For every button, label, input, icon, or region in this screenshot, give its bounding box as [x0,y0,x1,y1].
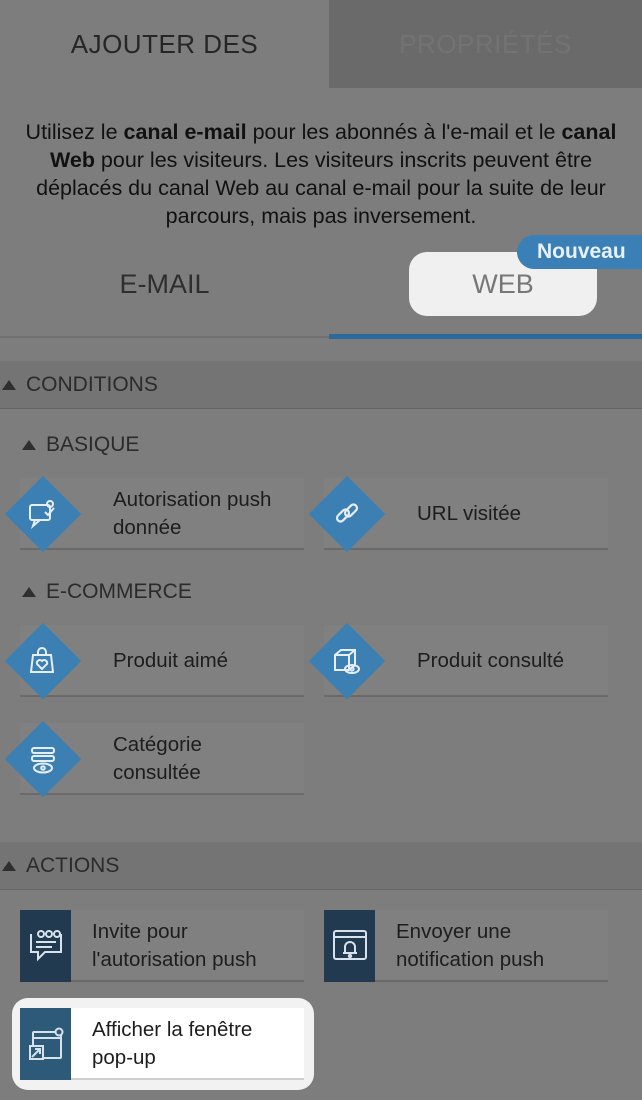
list-eye-icon [4,720,82,798]
channel-intro-text: Utilisez le canal e-mail pour les abonné… [25,120,617,228]
collapse-triangle-icon [2,379,16,390]
ecommerce-title: E-COMMERCE [46,580,192,603]
conditions-section-header[interactable]: CONDITIONS [0,361,642,409]
condition-push-permission-card[interactable]: Autorisation push donnée [4,475,304,553]
collapse-triangle-icon [22,587,36,597]
condition-product-viewed-card[interactable]: Produit consulté [308,622,608,700]
ecommerce-subsection-header[interactable]: E-COMMERCE [20,580,192,604]
tab-properties[interactable]: PROPRIÉTÉS [329,0,642,88]
condition-product-liked-card[interactable]: Produit aimé [4,622,304,700]
card-label: Afficher la fenêtre pop-up [92,1018,253,1069]
tab-email-channel[interactable]: E-MAIL [0,252,329,316]
collapse-triangle-icon [2,860,16,871]
card-label: Autorisation push donnée [113,488,272,539]
basic-subsection-header[interactable]: BASIQUE [20,433,139,457]
condition-url-visited-card[interactable]: URL visitée [308,475,608,553]
box-eye-icon [308,622,386,700]
card-label: Catégorie consultée [113,733,202,784]
actions-section-header[interactable]: ACTIONS [0,842,642,890]
card-label: Invite pour l'autorisation push [92,920,257,971]
bag-heart-icon [4,622,82,700]
popup-window-icon [20,1008,71,1080]
conditions-title: CONDITIONS [26,372,158,396]
chat-prompt-icon [20,910,71,982]
collapse-triangle-icon [22,440,36,450]
link-icon [308,475,386,553]
push-permission-icon [4,475,82,553]
actions-title: ACTIONS [26,853,120,877]
action-push-permission-prompt-card[interactable]: Invite pour l'autorisation push [20,910,304,982]
tab-add[interactable]: AJOUTER DES [0,0,329,88]
new-badge: Nouveau [517,235,642,269]
condition-category-viewed-card[interactable]: Catégorie consultée [4,720,304,798]
card-label: Envoyer une notification push [396,920,545,971]
card-label: Produit aimé [113,649,229,672]
action-show-popup-card[interactable]: Afficher la fenêtre pop-up [20,1008,304,1080]
card-label: Produit consulté [417,649,565,672]
basic-title: BASIQUE [46,433,140,456]
bell-window-icon [324,910,375,982]
action-send-push-notification-card[interactable]: Envoyer une notification push [324,910,608,982]
active-tab-indicator [329,334,642,339]
card-label: URL visitée [417,502,522,525]
